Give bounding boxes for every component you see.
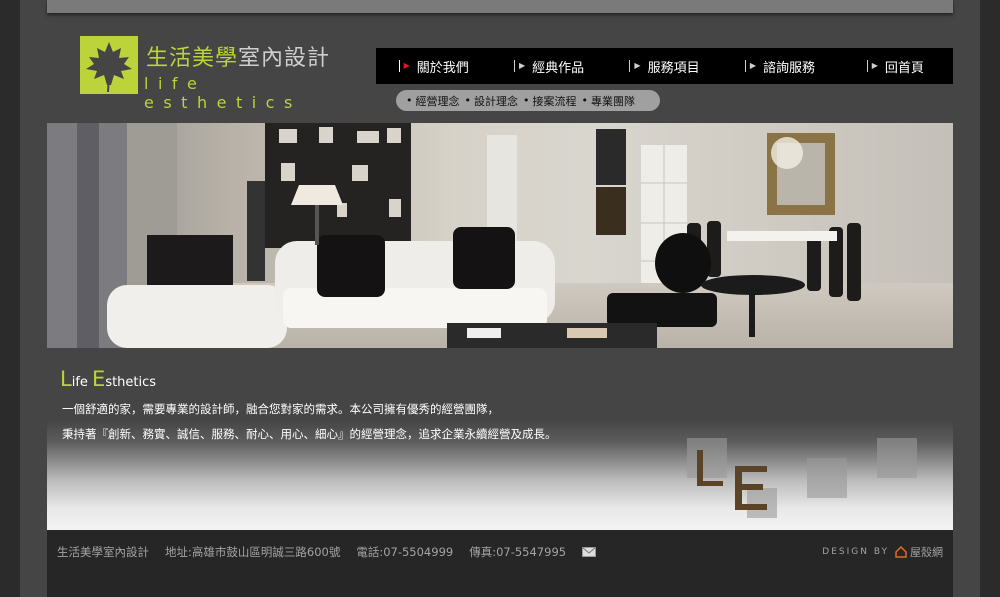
main-nav: ▶ 關於我們 ▶ 經典作品 ▶ 服務項目 ▶ 諮詢服務 ▶ 回首頁 (376, 48, 953, 84)
footer-phone: 電話:07-5504999 (356, 545, 454, 559)
heading-text-ife: ife (71, 375, 93, 390)
subnav-item-philosophy[interactable]: 經營理念 (416, 93, 460, 109)
nav-item-label: 關於我們 (416, 60, 469, 76)
design-credit[interactable]: DESIGN BY 屋殼網 (822, 544, 943, 560)
nav-item-label: 經典作品 (532, 60, 585, 76)
logo-english-name: life esthetics (144, 74, 302, 112)
nav-item-home[interactable]: ▶ 回首頁 (838, 57, 953, 76)
subnav-item-design-concept[interactable]: 設計理念 (474, 93, 518, 109)
heading-letter-l: L (60, 367, 72, 391)
triangle-marker-icon: ▶ (398, 60, 410, 72)
triangle-marker-icon: ▶ (629, 60, 641, 72)
credit-label: DESIGN BY (822, 547, 889, 557)
left-shadow-border (0, 0, 21, 597)
footer-company: 生活美學室內設計 (57, 545, 149, 559)
footer: 生活美學室內設計 地址:高雄市鼓山區明誠三路600號 電話:07-5504999… (47, 530, 953, 597)
footer-info: 生活美學室內設計 地址:高雄市鼓山區明誠三路600號 電話:07-5504999… (57, 544, 597, 560)
hero-interior-image (47, 123, 953, 348)
site-logo[interactable]: 生活美學室內設計 life esthetics (80, 34, 350, 112)
heading-letter-e: E (92, 367, 106, 391)
logo-chinese-name: 生活美學室內設計 (146, 40, 330, 72)
nav-item-portfolio[interactable]: ▶ 經典作品 (491, 57, 606, 76)
subnav-item-process[interactable]: 接案流程 (533, 93, 577, 109)
bullet-icon: • (406, 94, 413, 107)
page-container: 生活美學室內設計 life esthetics ▶ 關於我們 ▶ 經典作品 ▶ 服務項… (20, 0, 980, 597)
nav-item-label: 服務項目 (647, 60, 700, 76)
about-heading: Life Esthetics (60, 367, 156, 391)
sub-nav: • 經營理念 • 設計理念 • 接案流程 • 專業團隊 (396, 90, 660, 111)
heading-text-sthetics: sthetics (105, 375, 157, 390)
footer-fax: 傳真:07-5547995 (469, 545, 567, 559)
right-shadow-border (979, 0, 1000, 597)
bullet-icon: • (523, 94, 530, 107)
triangle-marker-icon: ▶ (514, 60, 525, 72)
envelope-icon[interactable] (582, 547, 597, 557)
triangle-marker-icon: ▶ (866, 60, 878, 72)
subnav-item-team[interactable]: 專業團隊 (591, 93, 635, 109)
top-strip (47, 0, 953, 13)
bullet-icon: • (464, 94, 472, 107)
logo-cn-green: 生活美學 (146, 46, 239, 71)
nav-item-about[interactable]: ▶ 關於我們 (376, 57, 491, 76)
footer-address: 地址:高雄市鼓山區明誠三路600號 (165, 545, 341, 559)
bullet-icon: • (581, 94, 589, 107)
logo-cn-gray: 室內設計 (238, 46, 331, 71)
credit-site: 屋殼網 (910, 546, 943, 559)
life-esthetics-watermark (687, 438, 917, 518)
nav-item-consulting[interactable]: ▶ 諮詢服務 (722, 57, 837, 76)
about-text-line-1: 一個舒適的家，需要專業的設計師，融合您對家的需求。本公司擁有優秀的經營團隊， (62, 402, 499, 416)
maple-leaf-icon (80, 36, 138, 94)
nav-item-label: 回首頁 (884, 60, 924, 76)
nav-item-services[interactable]: ▶ 服務項目 (607, 57, 722, 76)
interior-illustration (47, 123, 953, 348)
nav-item-label: 諮詢服務 (762, 60, 815, 76)
triangle-marker-icon: ▶ (744, 60, 756, 72)
house-logo-icon (895, 546, 907, 558)
about-text-line-2: 秉持著『創新、務實、誠信、服務、耐心、用心、細心』的經營理念，追求企業永續經營及… (62, 427, 557, 441)
